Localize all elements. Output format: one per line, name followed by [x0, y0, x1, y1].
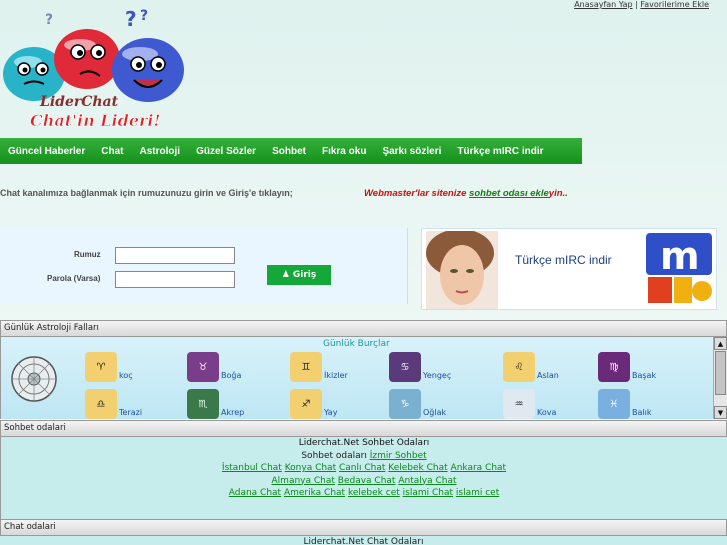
- webmaster-note: Webmaster'lar sitenize sohbet odası ekle…: [364, 188, 568, 199]
- sign-leo[interactable]: ♌ Aslan: [503, 352, 559, 382]
- nav-sohbet[interactable]: Sohbet: [272, 146, 306, 157]
- room-link[interactable]: Canlı Chat: [339, 463, 385, 473]
- nav-lyrics[interactable]: Şarkı sözleri: [382, 146, 441, 157]
- room-link[interactable]: İzmir Sohbet: [370, 451, 427, 461]
- room-link[interactable]: islami Chat: [403, 488, 453, 498]
- cancer-icon: ♋: [389, 352, 421, 382]
- room-link[interactable]: Amerika Chat: [284, 488, 345, 498]
- rooms-panel: Liderchat.Net Sohbet Odaları Sohbet odal…: [0, 437, 727, 519]
- libra-icon: ♎: [85, 389, 117, 419]
- svg-text:?: ?: [140, 8, 148, 24]
- gemini-icon: ♊: [290, 352, 322, 382]
- login-form: Rumuz Parola (Varsa) ♟ Giriş: [0, 228, 408, 304]
- room-link[interactable]: Bedava Chat: [338, 476, 396, 486]
- sign-gemini[interactable]: ♊ İkizler: [290, 352, 348, 382]
- sign-aries[interactable]: ♈ koç: [85, 352, 133, 382]
- login-button[interactable]: ♟ Giriş: [267, 265, 331, 285]
- capricorn-icon: ♑: [389, 389, 421, 419]
- room-link[interactable]: Almanya Chat: [272, 476, 335, 486]
- rooms-title: Liderchat.Net Sohbet Odaları: [298, 438, 430, 448]
- sign-sagittarius[interactable]: ♐ Yay: [290, 389, 337, 419]
- room-link[interactable]: Konya Chat: [285, 463, 336, 473]
- sagittarius-icon: ♐: [290, 389, 322, 419]
- sign-capricorn[interactable]: ♑ Oğlak: [389, 389, 446, 419]
- password-input[interactable]: [115, 271, 235, 288]
- chat-section-header: Chat odalari: [0, 519, 727, 536]
- woman-face-image: [426, 231, 498, 309]
- banner-text: Türkçe mIRC indir: [515, 253, 612, 267]
- scroll-thumb[interactable]: [715, 351, 726, 395]
- add-chat-room-link[interactable]: sohbet odası ekle: [469, 188, 549, 199]
- nav-mirc-download[interactable]: Türkçe mIRC indir: [457, 146, 543, 157]
- nick-label: Rumuz: [74, 250, 101, 259]
- chat-panel: Liderchat.Net Chat Odaları: [0, 536, 727, 545]
- svg-text:m: m: [660, 234, 700, 278]
- astrology-section-header: Günlük Astroloji Falları: [0, 320, 727, 337]
- sign-scorpio[interactable]: ♏ Akrep: [187, 389, 244, 419]
- liderchat-logo[interactable]: ? ? ? LiderChat Chat'in Lideri!: [0, 4, 200, 132]
- rooms-line2-prefix: Sohbet odaları: [301, 450, 367, 461]
- mirc-logo: m: [646, 233, 712, 303]
- login-instruction: Chat kanalımıza bağlanmak için rumuzunuz…: [0, 188, 293, 198]
- nav-news[interactable]: Güncel Haberler: [8, 146, 85, 157]
- nav-astrology[interactable]: Astroloji: [140, 146, 181, 157]
- webmaster-prefix: Webmaster'lar sitenize: [364, 188, 470, 199]
- chat-rooms-title: Liderchat.Net Chat Odaları: [303, 537, 424, 545]
- taurus-icon: ♉: [187, 352, 219, 382]
- scroll-down-arrow-icon[interactable]: ▼: [714, 406, 727, 419]
- rooms-section-header: Sohbet odalari: [0, 420, 727, 437]
- password-label: Parola (Varsa): [47, 274, 101, 283]
- sign-cancer[interactable]: ♋ Yengeç: [389, 352, 451, 382]
- room-link[interactable]: islami cet: [456, 488, 499, 498]
- user-icon: ♟: [281, 270, 290, 280]
- zodiac-wheel-icon: [11, 356, 57, 402]
- astrology-scrollbar[interactable]: ▲ ▼: [713, 337, 727, 419]
- sign-virgo[interactable]: ♍ Başak: [598, 352, 656, 382]
- sign-pisces[interactable]: ♓ Balık: [598, 389, 651, 419]
- room-link[interactable]: kelebek cet: [348, 488, 400, 498]
- nav-quotes[interactable]: Güzel Sözler: [196, 146, 256, 157]
- aquarius-icon: ♒: [503, 389, 535, 419]
- svg-text:?: ?: [45, 12, 53, 28]
- add-favorites-link[interactable]: Favorilerime Ekle: [640, 0, 709, 9]
- room-link[interactable]: Antalya Chat: [398, 476, 456, 486]
- nav-jokes[interactable]: Fıkra oku: [322, 146, 366, 157]
- room-link[interactable]: Kelebek Chat: [388, 463, 447, 473]
- logo-text-2: Chat'in Lideri!: [30, 111, 161, 130]
- svg-text:?: ?: [125, 7, 137, 31]
- main-nav: Güncel Haberler Chat Astroloji Güzel Söz…: [0, 138, 582, 164]
- astrology-panel: Günlük Burçlar ♈ koç ♉ Boğa ♊ İkizler ♋ …: [0, 337, 727, 419]
- room-link[interactable]: İstanbul Chat: [222, 463, 282, 473]
- logo-text-1: LiderChat: [39, 94, 119, 110]
- pisces-icon: ♓: [598, 389, 630, 419]
- sign-aquarius[interactable]: ♒ Kova: [503, 389, 556, 419]
- scorpio-icon: ♏: [187, 389, 219, 419]
- top-links: Anasayfan Yap | Favorilerime Ekle: [574, 0, 709, 9]
- nav-chat[interactable]: Chat: [101, 146, 123, 157]
- nick-input[interactable]: [115, 247, 235, 264]
- virgo-icon: ♍: [598, 352, 630, 382]
- sign-libra[interactable]: ♎ Terazi: [85, 389, 142, 419]
- scroll-up-arrow-icon[interactable]: ▲: [714, 337, 727, 350]
- leo-icon: ♌: [503, 352, 535, 382]
- mirc-banner[interactable]: Türkçe mIRC indir m: [421, 228, 717, 310]
- set-homepage-link[interactable]: Anasayfan Yap: [574, 0, 632, 9]
- sign-taurus[interactable]: ♉ Boğa: [187, 352, 241, 382]
- room-link[interactable]: Ankara Chat: [451, 463, 507, 473]
- webmaster-suffix: yin..: [548, 188, 568, 199]
- login-button-label: Giriş: [292, 270, 317, 280]
- aries-icon: ♈: [85, 352, 117, 382]
- daily-horoscope-title: Günlük Burçlar: [323, 339, 390, 349]
- room-link[interactable]: Adana Chat: [229, 488, 281, 498]
